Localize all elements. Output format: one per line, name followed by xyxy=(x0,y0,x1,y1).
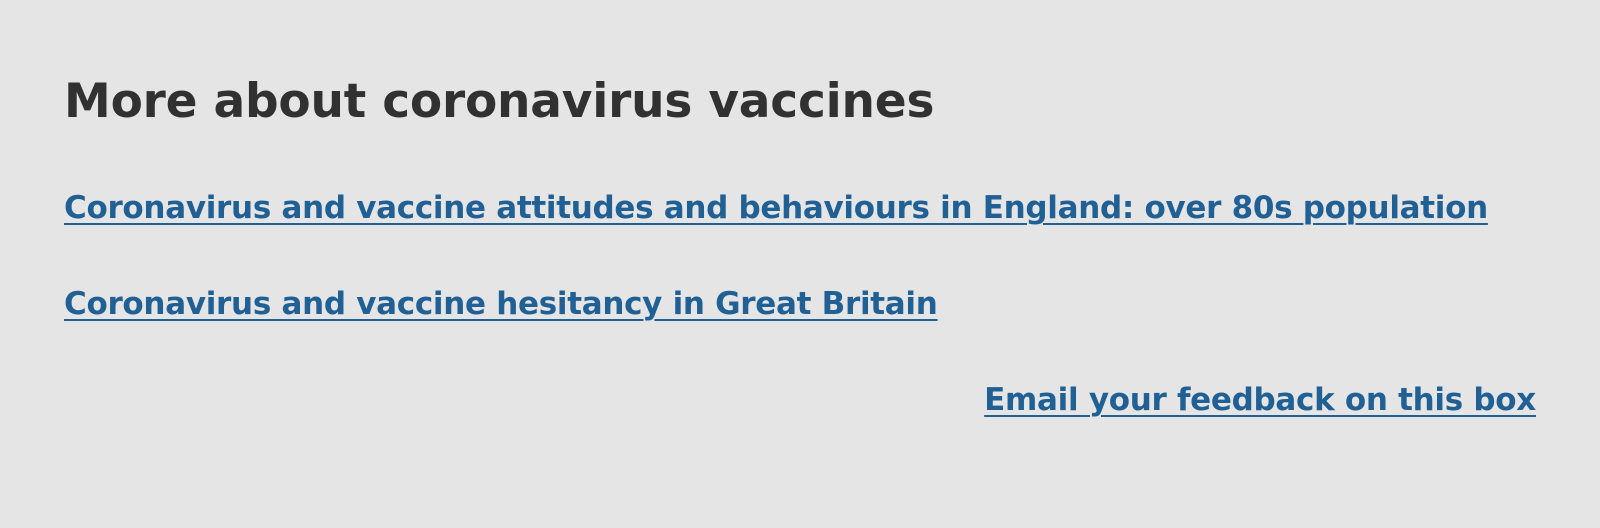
related-link-vaccine-attitudes-over-80s[interactable]: Coronavirus and vaccine attitudes and be… xyxy=(64,190,1488,226)
related-content-box: More about coronavirus vaccines Coronavi… xyxy=(0,0,1600,528)
email-feedback-link[interactable]: Email your feedback on this box xyxy=(984,382,1536,418)
section-title: More about coronavirus vaccines xyxy=(64,74,935,129)
related-link-vaccine-hesitancy-great-britain[interactable]: Coronavirus and vaccine hesitancy in Gre… xyxy=(64,286,938,322)
